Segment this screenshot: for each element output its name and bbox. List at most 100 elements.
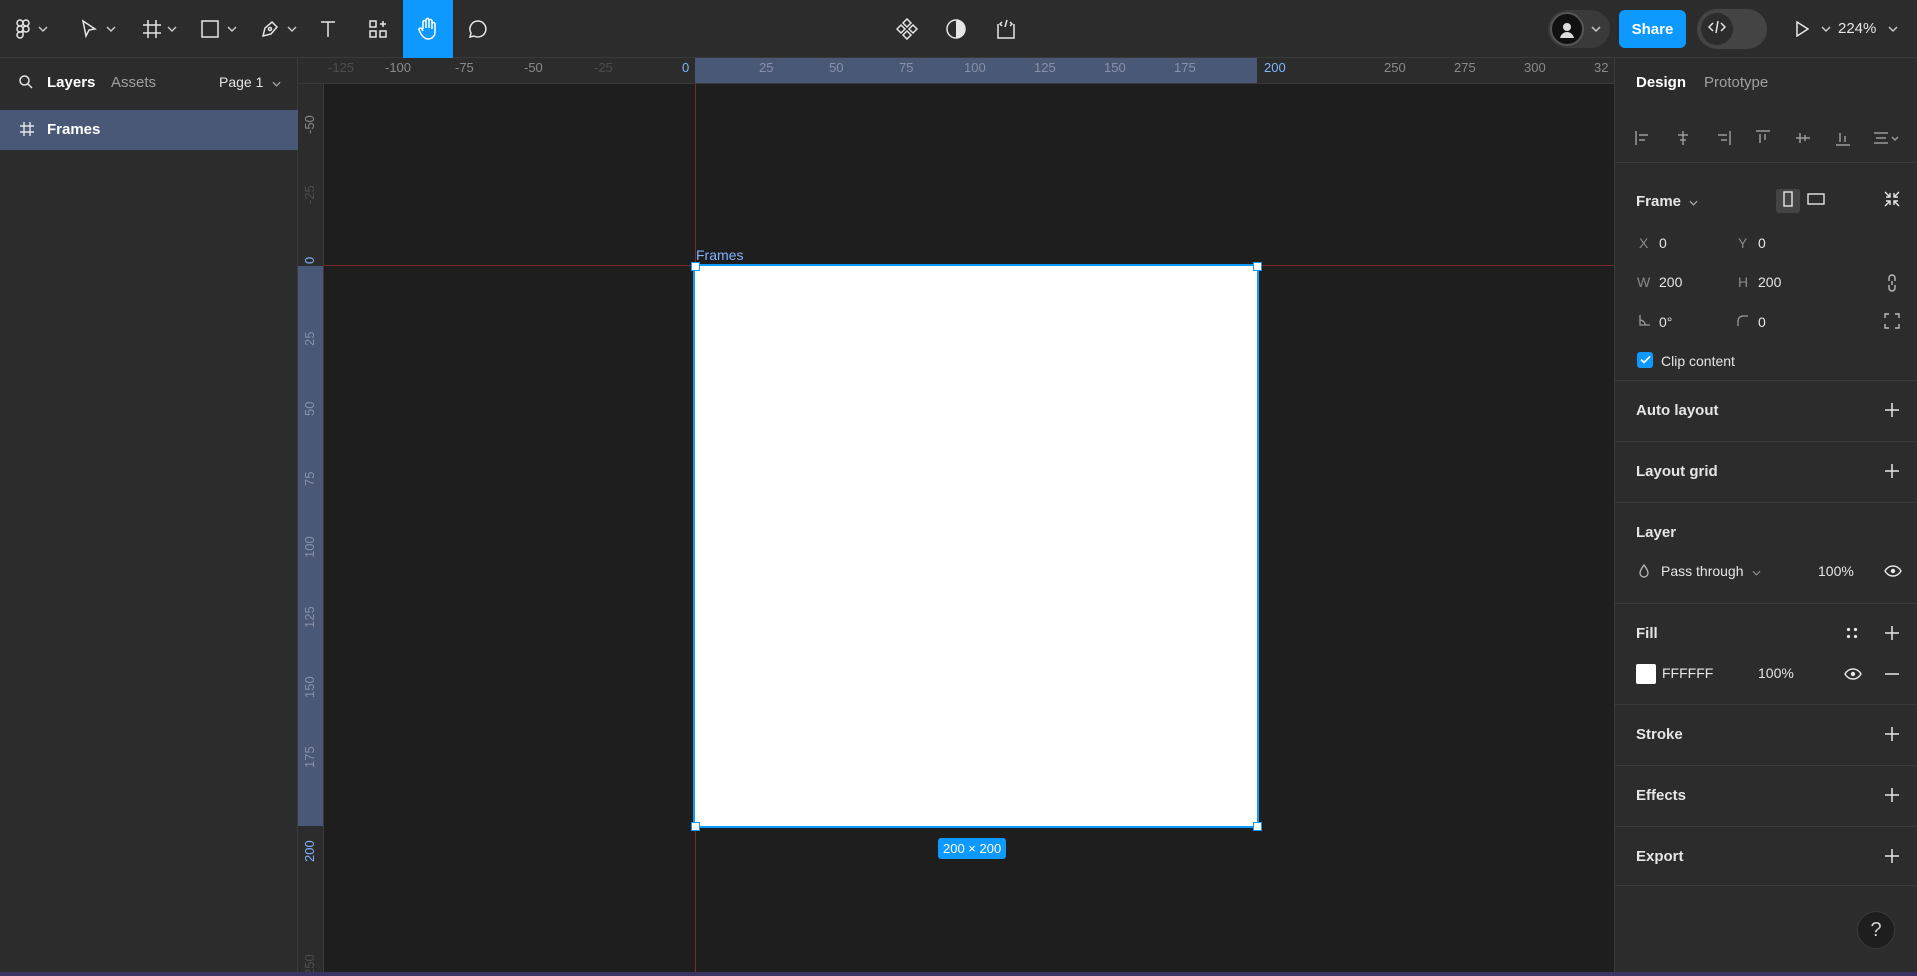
move-tool-button[interactable] <box>74 0 104 58</box>
plus-icon[interactable] <box>1883 624 1901 642</box>
ruler-tick: -25 <box>594 60 613 75</box>
landscape-orientation-button[interactable] <box>1804 189 1828 213</box>
layer-row[interactable]: Frames <box>0 110 298 150</box>
fill-opacity-input[interactable]: 100% <box>1758 665 1794 681</box>
height-input[interactable]: 200 <box>1758 274 1781 290</box>
resize-handle-bottom-right[interactable] <box>1253 822 1262 831</box>
chevron-down-icon[interactable] <box>167 0 177 58</box>
ruler-tick: -75 <box>455 60 474 75</box>
styles-grid-icon[interactable] <box>1843 624 1861 642</box>
components-grid-icon <box>368 19 388 39</box>
layer-opacity-input[interactable]: 100% <box>1818 563 1854 579</box>
avatar[interactable] <box>1550 12 1584 46</box>
chevron-down-icon[interactable] <box>106 0 116 58</box>
ruler-tick: 300 <box>1524 60 1546 75</box>
rotation-input[interactable]: 0° <box>1659 314 1672 330</box>
search-icon[interactable] <box>18 74 34 95</box>
frame-type-select[interactable]: Frame <box>1636 193 1698 210</box>
width-input[interactable]: 200 <box>1659 274 1682 290</box>
chevron-down-icon[interactable] <box>287 0 297 58</box>
shape-tool-button[interactable] <box>195 0 225 58</box>
align-top-icon[interactable] <box>1753 128 1773 148</box>
independent-corners-icon[interactable] <box>1883 312 1901 330</box>
align-left-icon[interactable] <box>1633 128 1653 148</box>
frame-name-label[interactable]: Frames <box>696 247 743 263</box>
x-input[interactable]: 0 <box>1659 235 1667 251</box>
hand-tool-button[interactable] <box>403 0 453 58</box>
plus-icon[interactable] <box>1883 847 1901 865</box>
chevron-down-icon[interactable] <box>1821 0 1831 58</box>
align-bottom-icon[interactable] <box>1833 128 1853 148</box>
play-icon <box>1795 21 1809 37</box>
y-input[interactable]: 0 <box>1758 235 1766 251</box>
plus-icon[interactable] <box>1883 462 1901 480</box>
eye-icon[interactable] <box>1843 666 1863 682</box>
create-component-button[interactable] <box>892 0 922 58</box>
ruler-tick: 250 <box>1384 60 1406 75</box>
page-select[interactable]: Page 1 <box>219 74 281 90</box>
chevron-down-icon[interactable] <box>1591 0 1601 58</box>
distribute-icon[interactable] <box>1871 128 1901 148</box>
zoom-level[interactable]: 224% <box>1838 0 1876 58</box>
y-label: Y <box>1738 235 1748 251</box>
canvas[interactable]: Frames 200 × 200 <box>324 84 1614 972</box>
ruler-tick: 200 <box>1264 60 1286 75</box>
crop-button[interactable] <box>991 0 1021 58</box>
stroke-section: Stroke <box>1615 704 1917 764</box>
size-badge: 200 × 200 <box>938 838 1007 859</box>
collapse-arrows-icon <box>1883 190 1901 213</box>
fill-color-swatch[interactable] <box>1636 664 1656 684</box>
plus-icon[interactable] <box>1883 401 1901 419</box>
blend-mode-label: Pass through <box>1661 563 1744 579</box>
ruler-tick: -50 <box>524 60 543 75</box>
minus-icon[interactable] <box>1883 666 1901 682</box>
fill-hex-input[interactable]: FFFFFF <box>1662 665 1713 681</box>
corner-radius-input[interactable]: 0 <box>1758 314 1766 330</box>
comment-tool-button[interactable] <box>463 0 493 58</box>
help-button[interactable]: ? <box>1857 911 1895 949</box>
resize-handle-top-right[interactable] <box>1253 262 1262 271</box>
ruler-tick: 0 <box>302 256 317 264</box>
tab-assets[interactable]: Assets <box>111 74 156 91</box>
chevron-down-icon[interactable] <box>38 0 48 58</box>
ruler-tick: 100 <box>302 536 317 558</box>
resize-handle-bottom-left[interactable] <box>691 822 700 831</box>
constrain-proportions-icon[interactable] <box>1883 273 1901 293</box>
frame-tool-button[interactable] <box>137 0 167 58</box>
align-right-icon[interactable] <box>1713 128 1733 148</box>
resize-handle-top-left[interactable] <box>691 262 700 271</box>
portrait-orientation-button[interactable] <box>1776 189 1800 213</box>
present-button[interactable] <box>1792 0 1812 58</box>
figma-menu-button[interactable] <box>8 0 38 58</box>
mask-button[interactable] <box>941 0 971 58</box>
ruler-tick: 175 <box>1174 60 1196 75</box>
chevron-down-icon[interactable] <box>227 0 237 58</box>
ruler-top: -125 -100 -75 -50 -25 0 25 50 75 100 125… <box>298 58 1614 84</box>
bottom-edge-bar <box>0 972 1917 976</box>
align-horizontal-center-icon[interactable] <box>1673 128 1693 148</box>
resources-tool-button[interactable] <box>363 0 393 58</box>
ruler-tick: -100 <box>385 60 412 75</box>
chevron-down-icon[interactable] <box>1888 0 1898 58</box>
tab-layers[interactable]: Layers <box>47 74 95 91</box>
blend-mode-select[interactable]: Pass through <box>1661 563 1761 579</box>
ruler-tick: 0 <box>682 60 690 75</box>
ruler-left: -50 -25 0 25 50 75 100 125 150 175 200 2… <box>298 84 324 976</box>
tab-design[interactable]: Design <box>1636 74 1686 91</box>
plus-icon[interactable] <box>1883 725 1901 743</box>
eye-icon[interactable] <box>1883 563 1903 579</box>
frame[interactable] <box>693 264 1259 828</box>
effects-title: Effects <box>1636 787 1687 804</box>
plus-icon[interactable] <box>1883 786 1901 804</box>
clip-content-checkbox[interactable] <box>1637 352 1653 368</box>
ruler-tick: 125 <box>1034 60 1056 75</box>
text-tool-button[interactable] <box>313 0 343 58</box>
tab-prototype[interactable]: Prototype <box>1704 74 1768 91</box>
align-vertical-center-icon[interactable] <box>1793 128 1813 148</box>
dev-mode-toggle[interactable] <box>1697 9 1767 49</box>
code-brackets-icon <box>1707 20 1727 39</box>
share-button[interactable]: Share <box>1619 10 1686 48</box>
pen-tool-button[interactable] <box>255 0 285 58</box>
resize-to-fit-button[interactable] <box>1880 189 1904 213</box>
chevron-down-icon <box>1685 193 1698 210</box>
